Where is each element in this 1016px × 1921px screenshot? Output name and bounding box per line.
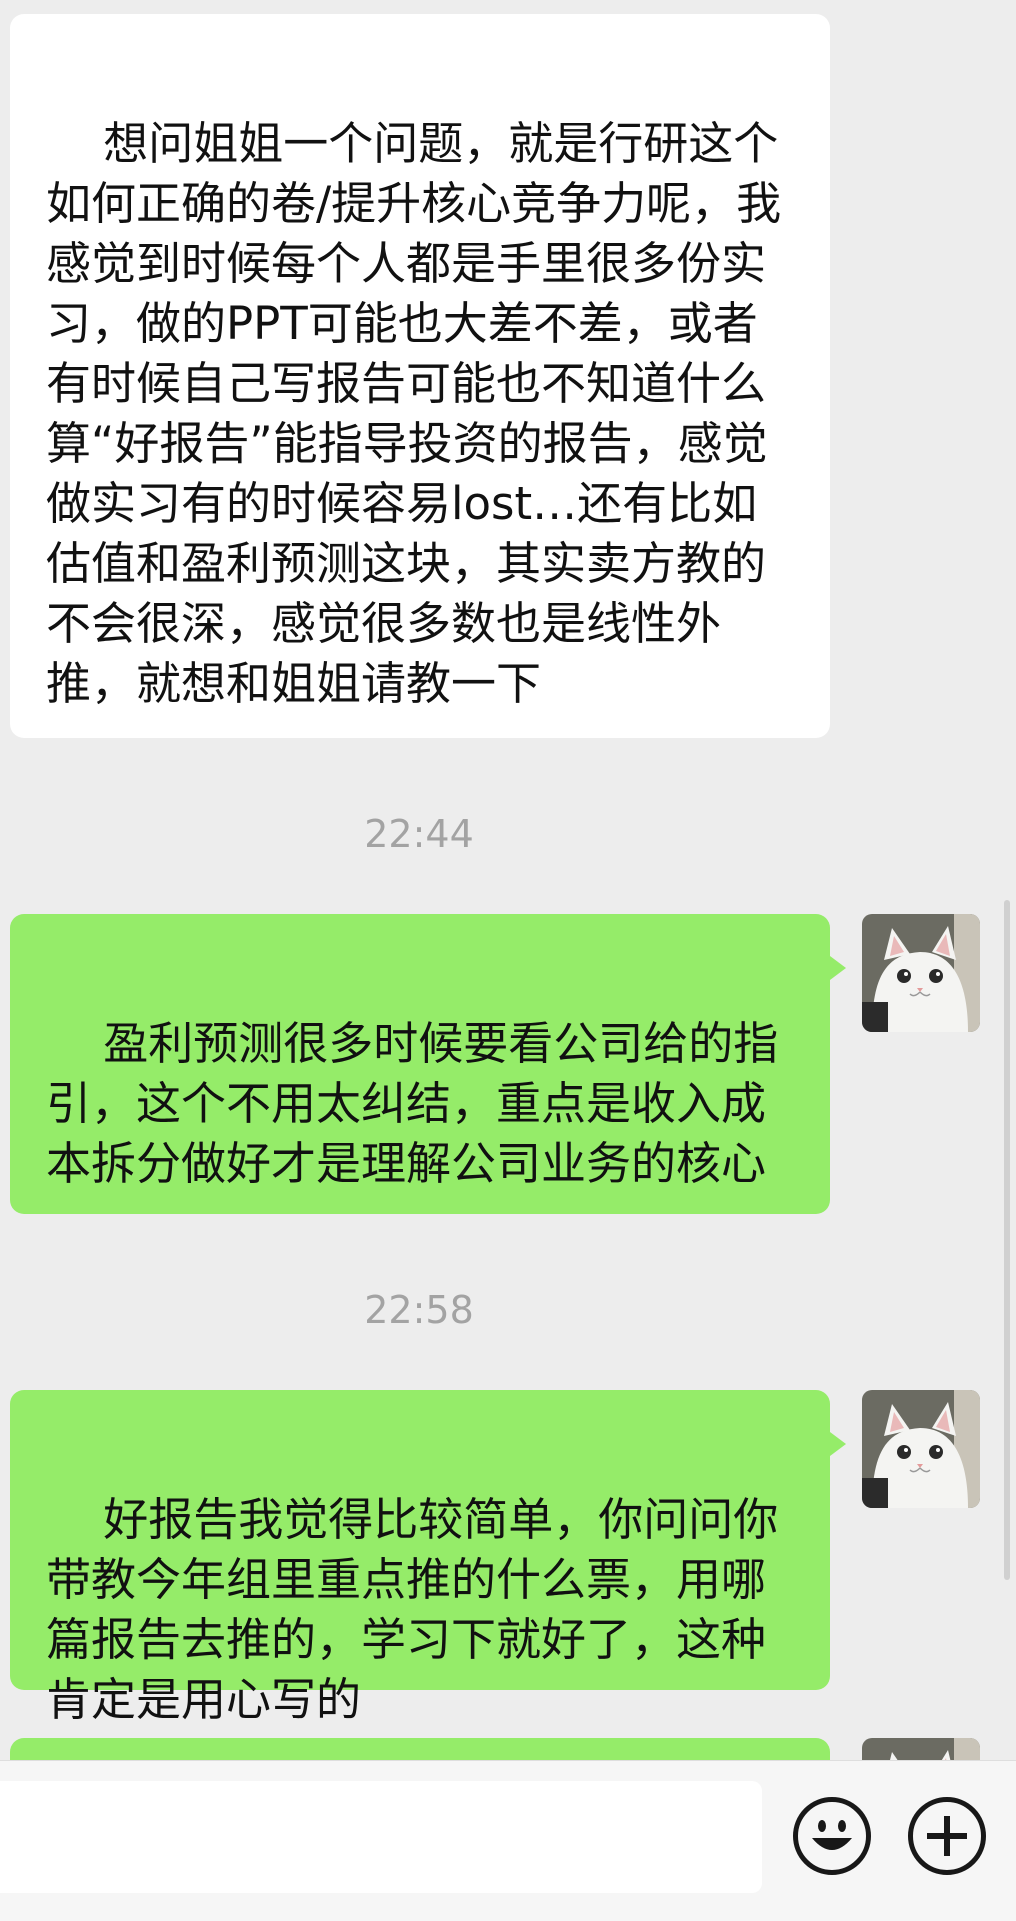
outgoing-message-bubble[interactable]: 盈利预测很多时候要看公司给的指引，这个不用太纠结，重点是收入成本拆分做好才是理解…	[10, 914, 846, 1214]
white-cat-avatar-icon	[862, 914, 980, 1032]
white-cat-avatar-icon	[862, 1390, 980, 1508]
user-avatar[interactable]	[862, 1390, 980, 1508]
message-timestamp: 22:58	[364, 1288, 474, 1332]
smiley-face-icon	[812, 1820, 852, 1850]
user-avatar[interactable]	[862, 914, 980, 1032]
chat-scrollbar[interactable]	[1004, 900, 1010, 1580]
emoji-button[interactable]	[793, 1797, 871, 1875]
incoming-message-bubble[interactable]: 想问姐姐一个问题，就是行研这个如何正确的卷/提升核心竞争力呢，我感觉到时候每个人…	[10, 14, 830, 738]
message-input-bar	[0, 1760, 1016, 1921]
outgoing-message-bubble-partial[interactable]	[10, 1738, 830, 1760]
message-timestamp: 22:44	[364, 812, 474, 856]
message-text: 好报告我觉得比较简单，你问问你带教今年组里重点推的什么票，用哪篇报告去推的，学习…	[46, 1493, 779, 1726]
white-cat-avatar-icon	[862, 1738, 980, 1760]
user-avatar[interactable]	[862, 1738, 980, 1760]
message-text: 想问姐姐一个问题，就是行研这个如何正确的卷/提升核心竞争力呢，我感觉到时候每个人…	[46, 117, 782, 710]
outgoing-message-bubble[interactable]: 好报告我觉得比较简单，你问问你带教今年组里重点推的什么票，用哪篇报告去推的，学习…	[10, 1390, 846, 1726]
message-text: 盈利预测很多时候要看公司给的指引，这个不用太纠结，重点是收入成本拆分做好才是理解…	[46, 1017, 779, 1190]
plus-icon	[927, 1816, 967, 1856]
chat-message-list[interactable]: 想问姐姐一个问题，就是行研这个如何正确的卷/提升核心竞争力呢，我感觉到时候每个人…	[0, 0, 1016, 1760]
more-options-button[interactable]	[908, 1797, 986, 1875]
message-input-field[interactable]	[0, 1781, 762, 1893]
